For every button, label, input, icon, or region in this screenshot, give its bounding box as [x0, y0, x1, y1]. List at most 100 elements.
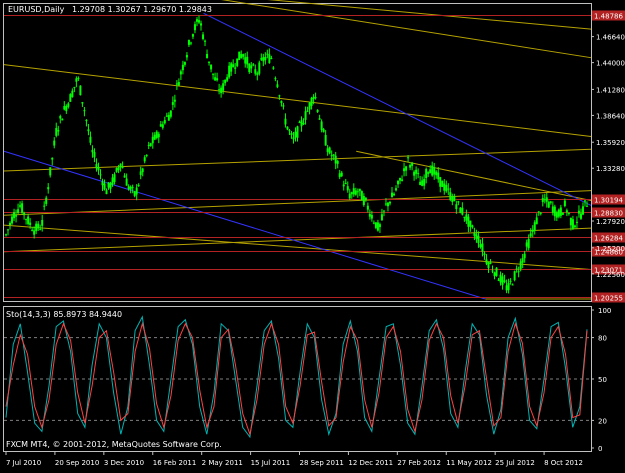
- price-bar-body: [457, 201, 460, 203]
- price-bar-body: [171, 102, 174, 105]
- price-bar-body: [334, 155, 337, 164]
- price-bar-body: [461, 207, 464, 215]
- price-bar-body: [266, 53, 269, 55]
- price-and-stochastic-chart[interactable]: 1.487861.301941.288301.262841.248601.230…: [0, 0, 625, 469]
- price-bar-body: [399, 177, 402, 181]
- price-bar-body: [539, 212, 542, 214]
- price-bar-body: [519, 261, 522, 270]
- price-bar-body: [453, 195, 456, 201]
- time-tick-label: 7 Jul 2010: [6, 459, 41, 467]
- price-bar-body: [469, 220, 472, 227]
- price-bar-body: [403, 168, 406, 172]
- price-bar-body: [23, 212, 26, 216]
- price-bar-body: [372, 222, 375, 224]
- price-tick-label: 1.25200: [596, 245, 625, 253]
- price-bar-body: [280, 100, 283, 103]
- price-bar-body: [75, 78, 78, 82]
- price-bar-body: [413, 171, 416, 176]
- price-bar-body: [294, 131, 297, 138]
- price-bar-body: [119, 163, 122, 168]
- time-tick-label: 25 Jul 2012: [495, 459, 535, 467]
- price-bar-body: [67, 103, 70, 107]
- price-bar-body: [455, 204, 458, 210]
- price-bar-body: [393, 193, 396, 196]
- price-bar-body: [547, 202, 550, 208]
- price-bar-body: [370, 214, 373, 219]
- price-bar-body: [195, 19, 198, 22]
- price-bar-body: [395, 188, 398, 191]
- price-bar-body: [61, 118, 64, 121]
- price-bar-body: [286, 126, 289, 130]
- price-bar-body: [25, 219, 28, 221]
- price-bar-body: [212, 73, 215, 75]
- price-bar-body: [427, 172, 430, 174]
- price-bar-body: [244, 57, 247, 64]
- price-bar-body: [204, 40, 207, 42]
- price-bar-body: [109, 183, 112, 189]
- price-bar-body: [302, 122, 305, 125]
- price-bar-body: [183, 62, 186, 65]
- price-bar-body: [555, 212, 558, 218]
- price-bar-body: [5, 234, 7, 236]
- price-bar-body: [39, 229, 42, 231]
- price-bar-body: [495, 267, 498, 276]
- price-bar-body: [51, 157, 54, 160]
- oscillator-tick-label: 20: [598, 417, 607, 425]
- price-bar-body: [81, 102, 84, 104]
- price-bar-body: [55, 127, 58, 136]
- price-bar-body: [103, 183, 106, 190]
- price-bar-body: [489, 262, 492, 264]
- price-bar-body: [250, 65, 253, 69]
- price-bar-body: [242, 54, 245, 57]
- price-bar-body: [397, 180, 400, 185]
- price-bar-body: [312, 96, 315, 99]
- price-bar-body: [143, 157, 146, 162]
- price-bar-body: [181, 64, 184, 71]
- price-bar-body: [63, 106, 66, 110]
- price-bar-body: [21, 203, 24, 213]
- price-bar-body: [569, 217, 572, 226]
- price-badge-label: 1.30194: [594, 197, 623, 205]
- price-bar-body: [356, 191, 359, 193]
- price-bar-body: [216, 78, 219, 81]
- price-bar-body: [105, 190, 108, 195]
- price-bar-body: [360, 191, 363, 201]
- price-bar-body: [517, 271, 520, 273]
- price-bar-body: [441, 180, 444, 187]
- price-badge-label: 1.48786: [594, 13, 623, 21]
- price-bar-body: [230, 63, 233, 72]
- price-bar-body: [459, 207, 462, 213]
- price-bar-body: [91, 149, 94, 153]
- price-bar-body: [326, 148, 329, 152]
- price-tick-label: 1.22560: [596, 271, 625, 279]
- price-bar-body: [567, 212, 570, 214]
- price-bar-body: [197, 20, 200, 23]
- price-tick-label: 1.35920: [596, 139, 625, 147]
- price-bar-body: [561, 212, 564, 215]
- price-bar-body: [53, 140, 56, 146]
- symbol-label: EURUSD,Daily: [8, 5, 65, 14]
- price-bar-body: [210, 64, 213, 70]
- price-bar-body: [113, 174, 116, 182]
- oscillator-tick-label: 100: [598, 307, 611, 315]
- price-bar-body: [27, 216, 30, 225]
- price-bar-body: [535, 217, 538, 225]
- price-bar-body: [586, 205, 588, 207]
- price-bar-body: [481, 243, 484, 252]
- time-tick-label: 2 May 2011: [202, 459, 243, 467]
- price-bar-body: [354, 190, 357, 195]
- price-bar-body: [17, 209, 20, 214]
- price-bar-body: [479, 244, 482, 248]
- price-bar-body: [493, 272, 496, 277]
- price-bar-body: [193, 24, 196, 31]
- price-bar-body: [565, 210, 568, 213]
- price-bar-body: [310, 98, 313, 106]
- price-bar-body: [240, 54, 243, 59]
- price-bar-body: [89, 136, 92, 143]
- price-bar-body: [433, 167, 436, 175]
- chart-window: 1.48786 1.30194 1.28830 1.26284 1.24860 1.230…: [0, 0, 625, 469]
- price-bar-body: [296, 126, 299, 138]
- price-bar-body: [330, 155, 333, 157]
- price-bar-body: [485, 259, 488, 264]
- price-bar-body: [246, 56, 249, 65]
